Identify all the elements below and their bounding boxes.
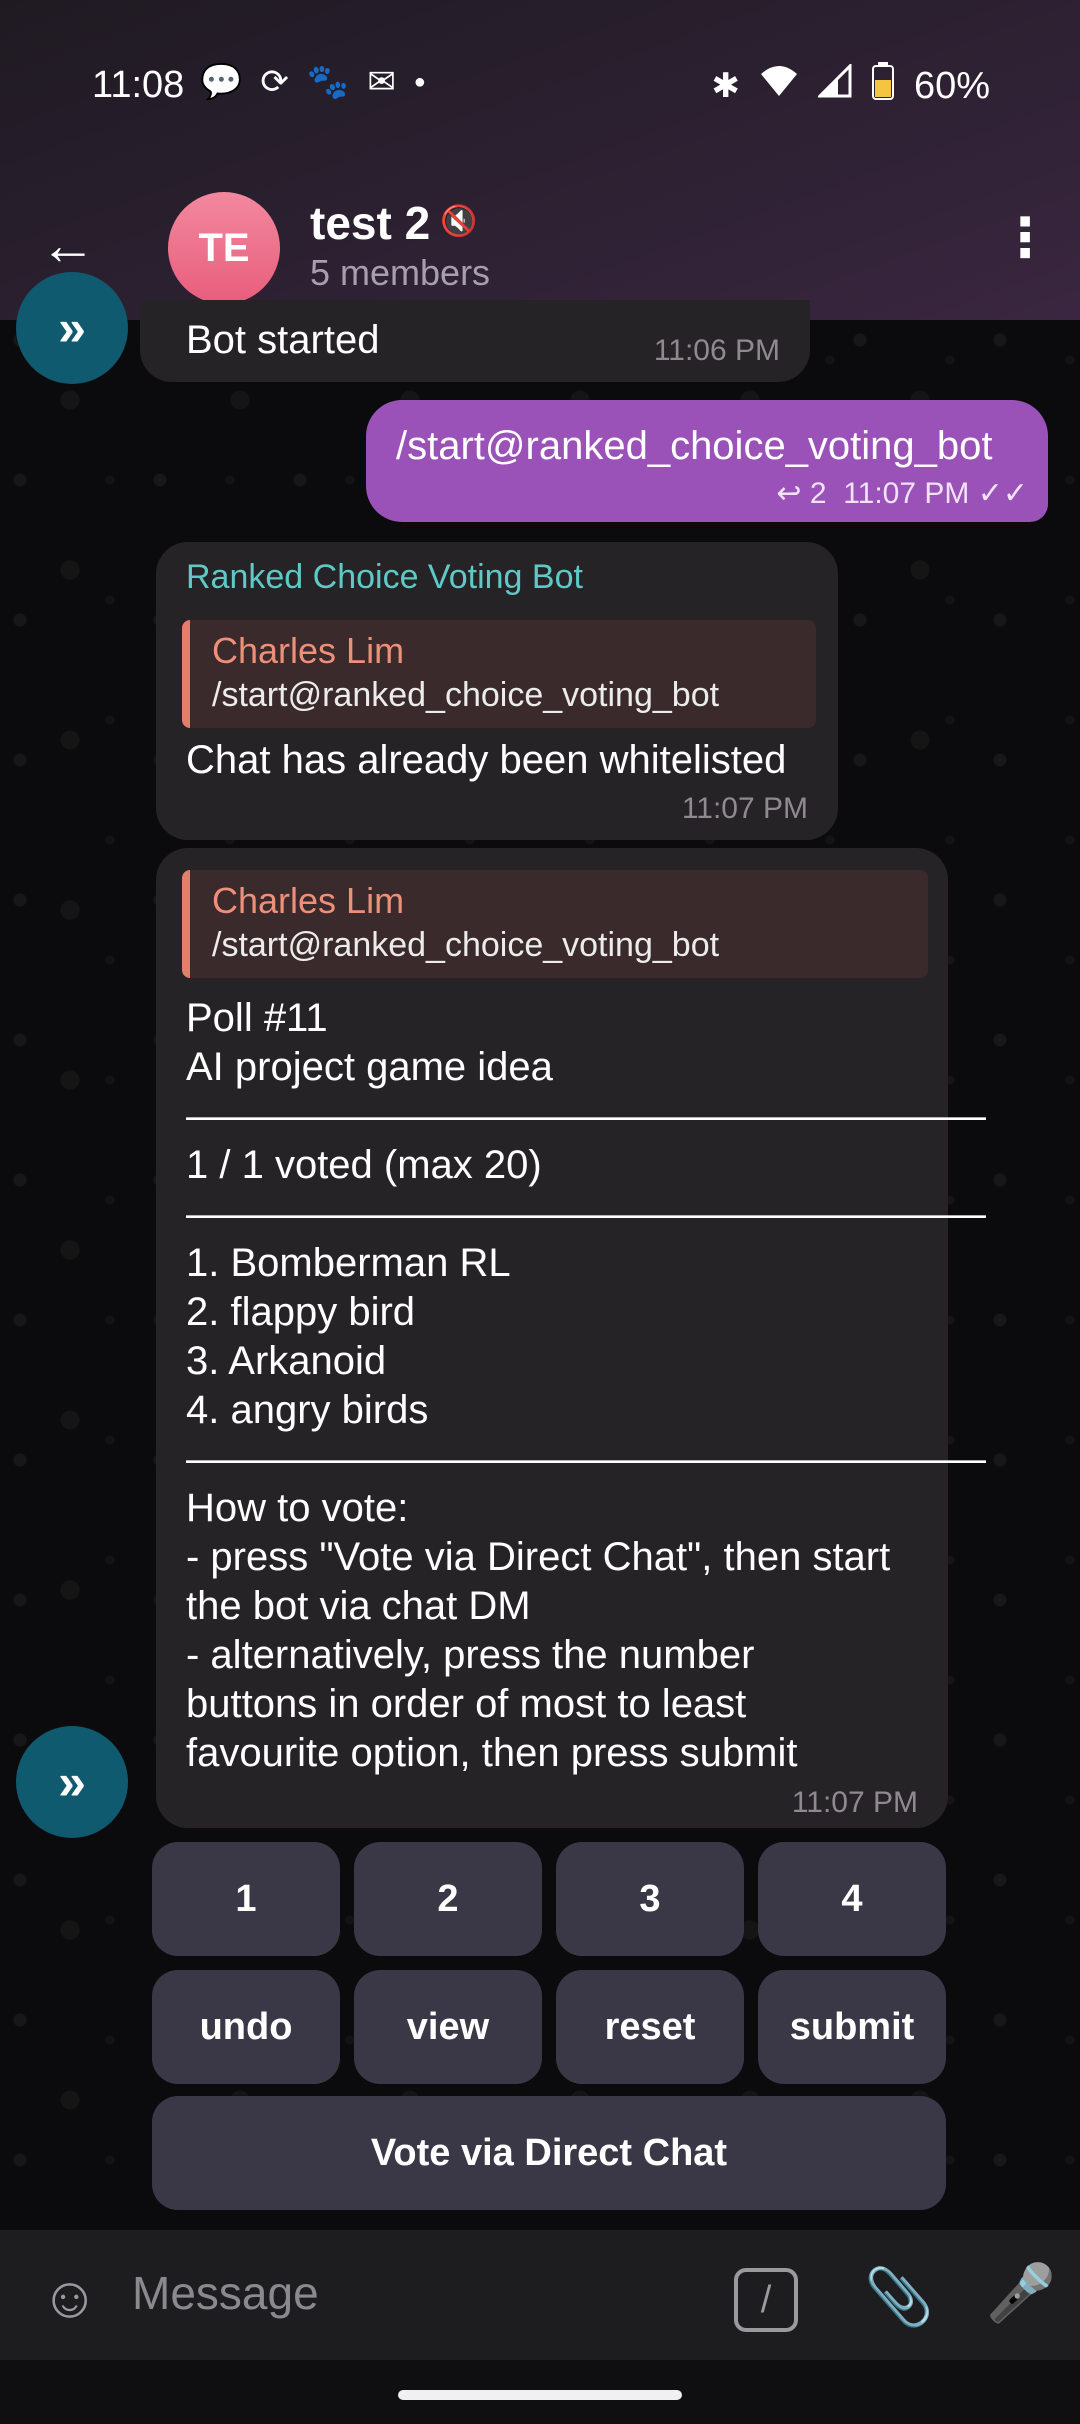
message-time: 11:07 PM	[791, 1786, 918, 1819]
message-composer: ☺ Message / 📎 🎤	[0, 2230, 1080, 2360]
back-arrow-icon[interactable]: ←	[40, 212, 96, 277]
muted-icon: 🔇	[440, 205, 478, 238]
poll-line: How to vote:	[186, 1486, 409, 1530]
view-button[interactable]: view	[354, 1970, 542, 2084]
message-text: Bot started	[186, 318, 380, 362]
poll-line: 1. Bomberman RL	[186, 1241, 511, 1285]
navigation-bar	[0, 2360, 1080, 2424]
submit-button[interactable]: submit	[758, 1970, 946, 2084]
app-bar: ← TE test 2 🔇 5 members ⋮	[0, 190, 1080, 304]
quote-text: /start@ranked_choice_voting_bot	[212, 926, 720, 964]
status-bar: 11:08 💬 ⟳ 🐾 ✉ ● ✱ 60%	[0, 50, 1080, 130]
poll-line: ————————————————————	[186, 1192, 986, 1236]
message-text: /start@ranked_choice_voting_bot	[396, 424, 993, 468]
avatar-initials: TE	[198, 225, 250, 270]
group-avatar[interactable]: TE	[168, 192, 280, 304]
battery-percent: 60%	[913, 64, 990, 107]
bot-arrow-icon: »	[58, 300, 86, 356]
chat-title[interactable]: test 2	[310, 196, 430, 250]
vote-button-2[interactable]: 2	[354, 1842, 542, 1956]
quote-text: /start@ranked_choice_voting_bot	[212, 676, 720, 714]
bot-commands-icon[interactable]: /	[734, 2268, 798, 2332]
poll-line: the bot via chat DM	[186, 1584, 531, 1628]
gmail-icon: ✉	[367, 63, 396, 101]
member-count: 5 members	[310, 252, 491, 293]
reply-count: 2	[809, 477, 827, 510]
poll-line: ————————————————————	[186, 1437, 986, 1481]
sender-name: Ranked Choice Voting Bot	[186, 558, 583, 596]
chat-bubble-icon: 💬	[200, 63, 243, 101]
reply-icon: ↩	[776, 477, 802, 510]
quote-author: Charles Lim	[212, 630, 405, 671]
sticker-emoji-icon[interactable]: ☺	[40, 2264, 99, 2331]
header: 11:08 💬 ⟳ 🐾 ✉ ● ✱ 60% ← TE test 2 🔇 5 me…	[0, 0, 1080, 320]
poll-line: favourite option, then press submit	[186, 1731, 798, 1775]
reply-quote[interactable]: Charles Lim /start@ranked_choice_voting_…	[182, 870, 928, 978]
poll-line: AI project game idea	[186, 1045, 553, 1089]
message-meta: ↩ 2 11:07 PM ✓✓	[776, 476, 1028, 511]
poll-message[interactable]: Charles Lim /start@ranked_choice_voting_…	[156, 848, 986, 1828]
message-time: 11:07 PM	[843, 477, 970, 510]
double-check-icon: ✓✓	[977, 477, 1028, 510]
poll-line: Poll #11	[186, 996, 328, 1040]
reset-button[interactable]: reset	[556, 1970, 744, 2084]
quote-author: Charles Lim	[212, 880, 405, 921]
more-menu-icon[interactable]: ⋮	[998, 206, 1052, 269]
reply-quote[interactable]: Charles Lim /start@ranked_choice_voting_…	[182, 620, 816, 728]
poll-line: 2. flappy bird	[186, 1290, 416, 1334]
poll-line: - alternatively, press the number	[186, 1633, 755, 1677]
home-indicator[interactable]	[398, 2390, 682, 2400]
poll-line: ————————————————————	[186, 1094, 986, 1138]
microphone-icon[interactable]: 🎤	[986, 2260, 1056, 2326]
bot-avatar[interactable]: »	[16, 272, 128, 384]
bot-started-message[interactable]: Bot started 11:06 PM	[140, 300, 810, 382]
poll-line: 3. Arkanoid	[186, 1339, 387, 1383]
dot-icon: ●	[413, 71, 426, 93]
message-time: 11:06 PM	[653, 334, 780, 367]
outgoing-message[interactable]: /start@ranked_choice_voting_bot ↩ 2 11:0…	[366, 400, 1048, 522]
undo-button[interactable]: undo	[152, 1970, 340, 2084]
message-time: 11:07 PM	[681, 792, 808, 825]
sync-icon: ⟳	[260, 63, 289, 101]
poll-line: 1 / 1 voted (max 20)	[186, 1143, 542, 1187]
message-text: Chat has already been whitelisted	[186, 738, 787, 782]
battery-icon	[871, 62, 894, 110]
vote-button-1[interactable]: 1	[152, 1842, 340, 1956]
system-icons: ✱ 60%	[711, 62, 990, 110]
notification-icons: 💬 ⟳ 🐾 ✉ ●	[200, 62, 426, 102]
wifi-icon	[760, 64, 798, 108]
poll-line: 4. angry birds	[186, 1388, 429, 1432]
message-input[interactable]: Message	[132, 2266, 319, 2320]
vote-direct-chat-button[interactable]: Vote via Direct Chat	[152, 2096, 946, 2210]
signal-icon	[816, 62, 852, 108]
poll-line: buttons in order of most to least	[186, 1682, 747, 1726]
status-time: 11:08	[92, 64, 185, 106]
poll-line: - press "Vote via Direct Chat", then sta…	[186, 1535, 891, 1579]
bot-avatar[interactable]: »	[16, 1726, 128, 1838]
cat-icon: 🐾	[306, 63, 350, 101]
attach-icon[interactable]: 📎	[864, 2264, 934, 2330]
whitelist-message[interactable]: Ranked Choice Voting Bot Charles Lim /st…	[156, 542, 838, 840]
vote-button-3[interactable]: 3	[556, 1842, 744, 1956]
bluetooth-icon: ✱	[711, 67, 740, 105]
bot-arrow-icon: »	[58, 1754, 86, 1810]
poll-body: Poll #11 AI project game idea ——————————…	[186, 994, 986, 1778]
vote-button-4[interactable]: 4	[758, 1842, 946, 1956]
